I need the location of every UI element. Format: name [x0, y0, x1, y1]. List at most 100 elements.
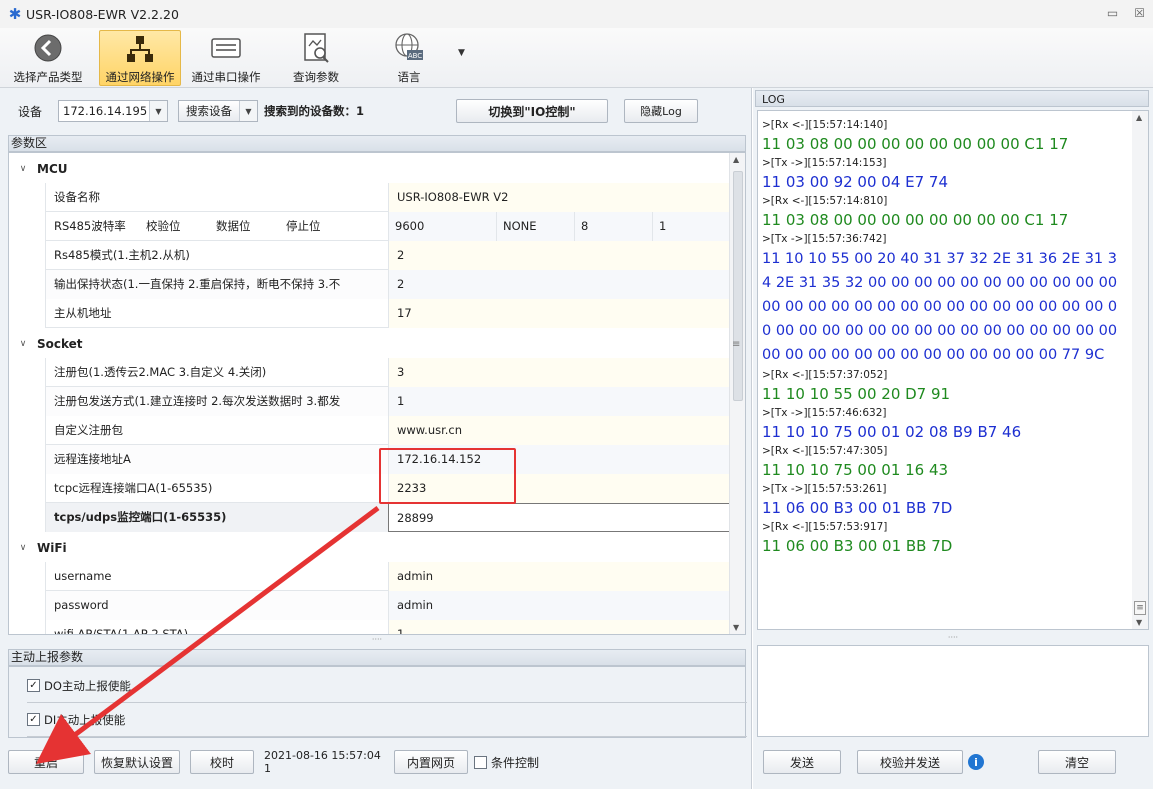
- device-bar: 设备 172.16.14.195 ▼ 搜索设备 ▼ 搜索到的设备数：1 切换到"…: [8, 96, 746, 126]
- log-timestamp: >[Rx <-][15:57:47:305]: [762, 445, 888, 457]
- scroll-down-icon[interactable]: ▼: [1136, 618, 1142, 627]
- log-splitter[interactable]: ····: [757, 633, 1149, 643]
- scroll-up-icon[interactable]: ▲: [1136, 113, 1142, 122]
- switch-io-control-button[interactable]: 切换到"IO控制": [456, 99, 608, 123]
- language-button[interactable]: ABC 语言: [384, 30, 434, 86]
- device-ip-combo[interactable]: 172.16.14.195 ▼: [58, 100, 168, 122]
- param-name: 注册包(1.透传云2.MAC 3.自定义 4.关闭): [54, 365, 267, 379]
- clear-log-button[interactable]: 清空: [1038, 750, 1116, 774]
- param-value[interactable]: admin: [388, 562, 732, 591]
- rs485-stopbits-value[interactable]: 1: [652, 212, 732, 241]
- param-row-password[interactable]: password admin: [45, 591, 732, 620]
- info-icon[interactable]: i: [968, 754, 984, 770]
- param-value[interactable]: admin: [388, 591, 732, 620]
- param-name: 自定义注册包: [54, 423, 123, 437]
- param-row-rs485[interactable]: RS485波特率 校验位 数据位 停止位 9600 NONE 8 1: [45, 212, 732, 241]
- param-row-reg-pkg[interactable]: 注册包(1.透传云2.MAC 3.自定义 4.关闭) 3: [45, 358, 732, 387]
- rs485-parity-value[interactable]: NONE: [496, 212, 574, 241]
- section-socket-label: Socket: [37, 337, 83, 351]
- log-header: LOG: [755, 90, 1149, 107]
- title-bar: ✱ USR-IO808-EWR V2.2.20 ▭ ☒: [0, 0, 1153, 28]
- param-grid: ∨ MCU 设备名称 USR-IO808-EWR V2 RS485波特率 校验位…: [8, 152, 746, 635]
- section-mcu[interactable]: ∨ MCU: [9, 155, 731, 183]
- log-rx-data: 11 03 08 00 00 00 00 00 00 00 00 C1 17: [762, 211, 1069, 229]
- restart-button[interactable]: 重启: [8, 750, 84, 774]
- log-timestamp: >[Rx <-][15:57:53:917]: [762, 521, 888, 533]
- condition-control-label[interactable]: 条件控制: [491, 754, 539, 771]
- rs485-baud-value[interactable]: 9600: [388, 212, 496, 241]
- app-logo-icon: ✱: [8, 5, 22, 23]
- param-scrollbar[interactable]: ▲ ≡ ▼: [729, 153, 745, 634]
- toolbar: 选择产品类型 通过网络操作 通过串口操作 查询参数 ABC 语言 ▼: [0, 28, 1153, 88]
- search-device-label: 搜索设备: [186, 104, 232, 118]
- param-row-device-name[interactable]: 设备名称 USR-IO808-EWR V2: [45, 183, 732, 212]
- device-ip-value: 172.16.14.195: [63, 104, 148, 118]
- toolbar-dropdown-icon[interactable]: ▼: [458, 48, 465, 58]
- param-row-username[interactable]: username admin: [45, 562, 732, 591]
- condition-control-checkbox[interactable]: [474, 755, 487, 769]
- keyboard-icon: [210, 32, 242, 64]
- datetime-display: 2021-08-16 15:57:04 1: [264, 749, 381, 775]
- sync-time-button[interactable]: 校时: [190, 750, 254, 774]
- send-button[interactable]: 发送: [763, 750, 841, 774]
- chevron-down-icon[interactable]: ∨: [9, 339, 37, 349]
- param-row-listen-port[interactable]: tcps/udps监控端口(1-65535) 28899: [45, 503, 732, 532]
- hide-log-button[interactable]: 隐藏Log: [624, 99, 698, 123]
- param-value[interactable]: 2: [388, 241, 732, 270]
- param-value[interactable]: 3: [388, 358, 732, 387]
- param-name: wifi AP/STA(1.AP 2.STA): [54, 627, 189, 635]
- scroll-up-icon[interactable]: ▲: [733, 155, 739, 164]
- chevron-down-icon[interactable]: ∨: [9, 164, 37, 174]
- section-socket[interactable]: ∨ Socket: [9, 330, 731, 358]
- panel-splitter[interactable]: ····: [8, 636, 746, 645]
- serial-operation-button[interactable]: 通过串口操作: [186, 30, 266, 86]
- param-value[interactable]: 1: [388, 387, 732, 416]
- param-value-editor[interactable]: 28899: [388, 503, 732, 532]
- scroll-down-icon[interactable]: ▼: [733, 623, 739, 632]
- web-page-button[interactable]: 内置网页: [394, 750, 468, 774]
- log-timestamp: >[Tx ->][15:57:36:742]: [762, 233, 887, 245]
- di-report-row[interactable]: ✓ DI主动上报使能: [27, 703, 747, 737]
- chevron-down-icon[interactable]: ▼: [149, 101, 167, 121]
- network-operation-label: 通过网络操作: [105, 70, 175, 84]
- section-wifi[interactable]: ∨ WiFi: [9, 534, 731, 562]
- report-params-header: 主动上报参数: [8, 649, 746, 666]
- close-button[interactable]: ☒: [1134, 6, 1145, 20]
- check-and-send-button[interactable]: 校验并发送: [857, 750, 963, 774]
- search-dropdown-icon[interactable]: ▼: [239, 101, 257, 121]
- do-report-row[interactable]: ✓ DO主动上报使能: [27, 669, 747, 703]
- param-value[interactable]: USR-IO808-EWR V2: [388, 183, 732, 212]
- rs485-databits-value[interactable]: 8: [574, 212, 652, 241]
- minimize-button[interactable]: ▭: [1107, 6, 1118, 20]
- select-product-button[interactable]: 选择产品类型: [6, 30, 90, 86]
- highlight-box: [379, 448, 516, 504]
- param-value[interactable]: 17: [388, 299, 732, 328]
- network-operation-button[interactable]: 通过网络操作: [99, 30, 181, 86]
- param-value[interactable]: www.usr.cn: [388, 416, 732, 445]
- search-device-button[interactable]: 搜索设备 ▼: [178, 100, 258, 122]
- left-panel: 设备 172.16.14.195 ▼ 搜索设备 ▼ 搜索到的设备数：1 切换到"…: [0, 88, 752, 789]
- chevron-down-icon[interactable]: ∨: [9, 543, 37, 553]
- send-input[interactable]: [757, 645, 1149, 737]
- query-params-button[interactable]: 查询参数: [284, 30, 348, 86]
- scroll-grip-icon[interactable]: ≡: [1134, 601, 1146, 615]
- param-row-custom-reg[interactable]: 自定义注册包 www.usr.cn: [45, 416, 732, 445]
- param-name: 远程连接地址A: [46, 445, 388, 474]
- section-wifi-label: WiFi: [37, 541, 67, 555]
- param-row-reg-send[interactable]: 注册包发送方式(1.建立连接时 2.每次发送数据时 3.都发 1: [45, 387, 732, 416]
- scroll-thumb[interactable]: [733, 171, 743, 401]
- di-report-checkbox[interactable]: ✓: [27, 713, 40, 726]
- do-report-checkbox[interactable]: ✓: [27, 679, 40, 692]
- log-scrollbar[interactable]: ▲ ≡ ▼: [1132, 111, 1148, 629]
- param-row-wifi-mode[interactable]: wifi AP/STA(1.AP 2.STA) 1: [45, 620, 732, 635]
- log-tx-data: 11 03 00 92 00 04 E7 74: [762, 173, 949, 191]
- param-row-output-hold[interactable]: 输出保持状态(1.一直保持 2.重启保持，断电不保持 3.不 2: [45, 270, 732, 299]
- log-view[interactable]: >[Rx <-][15:57:14:140] 11 03 08 00 00 00…: [757, 110, 1149, 630]
- param-value[interactable]: 1: [388, 620, 732, 634]
- param-row-slave-addr[interactable]: 主从机地址 17: [45, 299, 732, 328]
- param-row-rs485-mode[interactable]: Rs485模式(1.主机2.从机) 2: [45, 241, 732, 270]
- param-name: tcps/udps监控端口(1-65535): [46, 503, 388, 532]
- log-button-bar: 发送 校验并发送 i 清空: [757, 748, 1149, 776]
- param-value[interactable]: 2: [388, 270, 732, 299]
- reset-default-button[interactable]: 恢复默认设置: [94, 750, 180, 774]
